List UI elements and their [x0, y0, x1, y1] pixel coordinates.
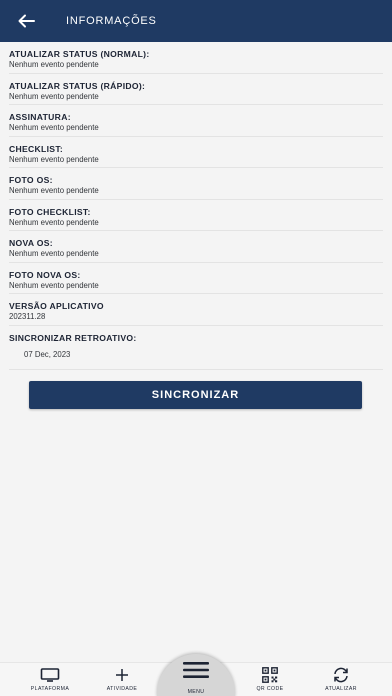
info-value: Nenhum evento pendente: [9, 154, 99, 164]
info-label: VERSÃO APLICATIVO: [9, 301, 104, 311]
info-label: FOTO NOVA OS:: [9, 269, 81, 280]
nav-label: MENU: [187, 689, 205, 695]
retro-label: SINCRONIZAR RETROATIVO:: [9, 332, 137, 343]
info-value: Nenhum evento pendente: [9, 249, 99, 258]
monitor-icon: [40, 668, 60, 682]
info-row-foto-checklist: FOTO CHECKLIST: Nenhum evento pendente: [9, 200, 383, 231]
info-label: ASSINATURA:: [9, 112, 71, 122]
info-row-retroativo: SINCRONIZAR RETROATIVO: 07 Dec, 2023: [9, 326, 383, 370]
info-label: CHECKLIST:: [9, 143, 64, 154]
page-title: INFORMAÇÕES: [66, 15, 157, 27]
plus-icon: [116, 669, 128, 681]
info-value: Nenhum evento pendente: [9, 91, 99, 101]
info-row-checklist: CHECKLIST: Nenhum evento pendente: [9, 137, 383, 168]
info-value: Nenhum evento pendente: [9, 280, 99, 290]
back-button[interactable]: [0, 0, 52, 42]
hamburger-icon: [183, 662, 209, 678]
sync-button[interactable]: SINCRONIZAR: [29, 381, 362, 409]
info-label: FOTO CHECKLIST:: [9, 206, 91, 217]
info-value: Nenhum evento pendente: [9, 123, 99, 132]
info-label: FOTO OS:: [9, 175, 53, 185]
refresh-icon: [334, 667, 348, 683]
info-row-foto-os: FOTO OS: Nenhum evento pendente: [9, 168, 383, 200]
info-label: ATUALIZAR STATUS (NORMAL):: [9, 49, 150, 59]
info-row-versao: VERSÃO APLICATIVO 202311.28: [9, 294, 383, 326]
info-row-status-rapido: ATUALIZAR STATUS (RÁPIDO): Nenhum evento…: [9, 74, 383, 105]
nav-label: ATUALIZAR: [325, 686, 357, 692]
info-list: ATUALIZAR STATUS (NORMAL): Nenhum evento…: [0, 42, 392, 370]
info-value: Nenhum evento pendente: [9, 217, 99, 227]
info-row-nova-os: NOVA OS: Nenhum evento pendente: [9, 231, 383, 263]
nav-label: PLATAFORMA: [30, 686, 70, 692]
qr-code-icon: [262, 667, 278, 683]
info-row-assinatura: ASSINATURA: Nenhum evento pendente: [9, 105, 383, 137]
arrow-left-icon: [18, 14, 35, 28]
app-header: INFORMAÇÕES: [0, 0, 392, 42]
info-row-status-normal: ATUALIZAR STATUS (NORMAL): Nenhum evento…: [9, 42, 383, 74]
nav-item-qrcode[interactable]: QR CODE: [235, 663, 305, 696]
info-value: Nenhum evento pendente: [9, 60, 99, 69]
info-label: ATUALIZAR STATUS (RÁPIDO):: [9, 80, 146, 91]
info-value: Nenhum evento pendente: [9, 186, 99, 195]
nav-item-atividade[interactable]: ATIVIDADE: [87, 663, 157, 696]
nav-label: ATIVIDADE: [106, 686, 138, 692]
info-label: NOVA OS:: [9, 238, 53, 248]
nav-label: QR CODE: [256, 686, 284, 692]
nav-item-atualizar[interactable]: ATUALIZAR: [306, 663, 376, 696]
menu-button[interactable]: MENU: [157, 654, 235, 696]
info-row-foto-nova-os: FOTO NOVA OS: Nenhum evento pendente: [9, 263, 383, 294]
nav-item-plataforma[interactable]: PLATAFORMA: [15, 663, 85, 696]
version-value: 202311.28: [9, 312, 46, 321]
retro-date-picker[interactable]: 07 Dec, 2023: [24, 350, 383, 359]
